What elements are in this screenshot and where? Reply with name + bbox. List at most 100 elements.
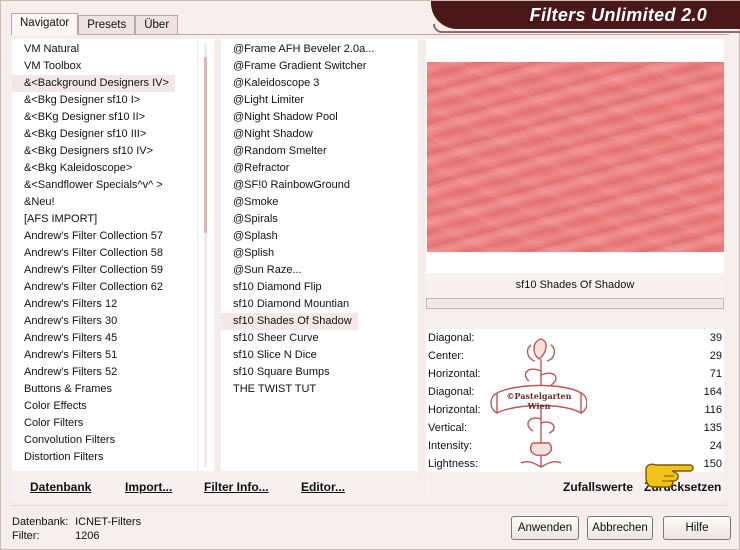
category-item[interactable]: &<Bkg Designers sf10 IV> (12, 143, 214, 160)
category-items: VM Natural VM Toolbox &<Background Designe… (12, 39, 214, 466)
parameter-row[interactable]: Center: 29 (426, 347, 724, 365)
parameter-row[interactable]: Diagonal: 39 (426, 329, 724, 347)
category-item[interactable]: Color Effects (12, 398, 214, 415)
filter-item-label: @Kaleidoscope 3 (233, 77, 320, 89)
category-item[interactable]: Color Filters (12, 415, 214, 432)
filter-item[interactable]: THE TWIST TUT (221, 381, 418, 398)
category-item[interactable]: &<Sandflower Specials^v^ > (12, 177, 214, 194)
parameter-label: Lightness: (428, 458, 479, 470)
filter-item[interactable]: sf10 Shades Of Shadow (221, 313, 418, 330)
parameter-value[interactable]: 39 (710, 329, 722, 347)
category-item[interactable]: &Neu! (12, 194, 214, 211)
import-button[interactable]: Import... (125, 480, 172, 494)
category-item[interactable]: &<Bkg Kaleidoscope> (12, 160, 214, 177)
category-list[interactable]: VM Natural VM Toolbox &<Background Designe… (12, 39, 214, 471)
status-database-label: Datenbank: (12, 516, 69, 528)
category-item[interactable]: Andrew's Filters 45 (12, 330, 214, 347)
parameter-row[interactable]: Vertical: 135 (426, 419, 724, 437)
category-item[interactable]: [AFS IMPORT] (12, 211, 214, 228)
parameter-value[interactable]: 164 (704, 383, 722, 401)
category-item[interactable]: Andrew's Filter Collection 58 (12, 245, 214, 262)
filter-item[interactable]: @Refractor (221, 160, 418, 177)
status-database-value: ICNET-Filters (75, 516, 142, 528)
category-item[interactable]: Andrew's Filter Collection 57 (12, 228, 214, 245)
category-item[interactable]: &<Bkg Designer sf10 III> (12, 126, 214, 143)
category-item[interactable]: Andrew's Filters 52 (12, 364, 214, 381)
category-item-label: &<BKg Designer sf10 II> (24, 111, 146, 123)
parameter-value[interactable]: 29 (710, 347, 722, 365)
filter-item[interactable]: sf10 Diamond Flip (221, 279, 418, 296)
category-item-label: Andrew's Filters 45 (24, 332, 118, 344)
filter-item-label: @Sun Raze... (233, 264, 302, 276)
parameter-row[interactable]: Diagonal: 164 (426, 383, 724, 401)
category-item[interactable]: VM Toolbox (12, 58, 214, 75)
category-item[interactable]: Andrew's Filters 30 (12, 313, 214, 330)
randomize-button[interactable]: Zufallswerte (563, 480, 633, 494)
filter-item[interactable]: @Night Shadow (221, 126, 418, 143)
category-item[interactable]: Andrew's Filters 12 (12, 296, 214, 313)
category-item[interactable]: Andrew's Filter Collection 59 (12, 262, 214, 279)
category-scrollbar[interactable] (197, 39, 214, 471)
filter-item[interactable]: @Light Limiter (221, 92, 418, 109)
parameter-row[interactable]: Horizontal: 116 (426, 401, 724, 419)
filter-item[interactable]: @Night Shadow Pool (221, 109, 418, 126)
filter-item-label: sf10 Diamond Mountian (233, 298, 350, 310)
tab-presets[interactable]: Presets (78, 15, 136, 35)
help-button[interactable]: Hilfe (663, 516, 731, 540)
parameter-value[interactable]: 24 (710, 437, 722, 455)
status-database: Datenbank: ICNET-Filters (12, 516, 141, 528)
filter-item[interactable]: @Frame AFH Beveler 2.0a... (221, 41, 418, 58)
category-item[interactable]: Andrew's Filters 51 (12, 347, 214, 364)
status-filter-label: Filter: (12, 530, 40, 542)
category-item[interactable]: &<BKg Designer sf10 II> (12, 109, 214, 126)
category-item[interactable]: Buttons & Frames (12, 381, 214, 398)
filter-item[interactable]: @Splish (221, 245, 418, 262)
parameter-value[interactable]: 71 (710, 365, 722, 383)
parameter-label: Intensity: (428, 440, 473, 452)
filter-item-label: sf10 Slice N Dice (233, 349, 317, 361)
category-item-label: Andrew's Filter Collection 58 (24, 247, 164, 259)
filter-item[interactable]: @Splash (221, 228, 418, 245)
filter-item[interactable]: @Spirals (221, 211, 418, 228)
parameter-value[interactable]: 135 (704, 419, 722, 437)
filter-info-button[interactable]: Filter Info... (204, 480, 269, 494)
filter-item-label: @Frame AFH Beveler 2.0a... (233, 43, 375, 55)
filter-item[interactable]: sf10 Sheer Curve (221, 330, 418, 347)
tab-ueber[interactable]: Über (135, 15, 179, 35)
parameter-value[interactable]: 150 (704, 455, 722, 473)
filter-item-label: sf10 Diamond Flip (233, 281, 322, 293)
apply-button[interactable]: Anwenden (511, 516, 579, 540)
filter-item[interactable]: sf10 Square Bumps (221, 364, 418, 381)
category-item[interactable]: &<Background Designers IV> (12, 75, 214, 92)
cancel-button[interactable]: Abbrechen (587, 516, 653, 540)
tab-navigator[interactable]: Navigator (11, 13, 79, 35)
filter-list[interactable]: @Frame AFH Beveler 2.0a... @Frame Gradien… (221, 39, 418, 471)
filter-item[interactable]: @Kaleidoscope 3 (221, 75, 418, 92)
category-item[interactable]: VM Natural (12, 41, 214, 58)
category-scroll-thumb[interactable] (204, 57, 207, 233)
category-item[interactable]: Andrew's Filter Collection 62 (12, 279, 214, 296)
parameter-row[interactable]: Horizontal: 71 (426, 365, 724, 383)
filter-item[interactable]: sf10 Diamond Mountian (221, 296, 418, 313)
filter-item[interactable]: @Frame Gradient Switcher (221, 58, 418, 75)
parameter-rows: Diagonal: 39 Center: 29 Horizontal: 71 Diagona… (426, 329, 724, 473)
parameter-label: Diagonal: (428, 332, 475, 344)
parameter-value[interactable]: 116 (704, 401, 722, 419)
category-item[interactable]: &<Bkg Designer sf10 I> (12, 92, 214, 109)
filter-item[interactable]: sf10 Slice N Dice (221, 347, 418, 364)
category-item-label: Andrew's Filter Collection 62 (24, 281, 164, 293)
parameter-row[interactable]: Intensity: 24 (426, 437, 724, 455)
filter-item[interactable]: @SF!0 RainbowGround (221, 177, 418, 194)
filter-item[interactable]: @Random Smelter (221, 143, 418, 160)
filter-item-label: @Smoke (233, 196, 279, 208)
category-item-label: VM Toolbox (24, 60, 82, 72)
editor-button[interactable]: Editor... (301, 480, 345, 494)
filter-item-label: @Night Shadow (233, 128, 313, 140)
datenbank-button[interactable]: Datenbank (30, 480, 91, 494)
parameter-label: Horizontal: (428, 404, 481, 416)
filter-item[interactable]: @Smoke (221, 194, 418, 211)
category-item[interactable]: Convolution Filters (12, 432, 214, 449)
category-item[interactable]: Distortion Filters (12, 449, 214, 466)
filter-item[interactable]: @Sun Raze... (221, 262, 418, 279)
preview-image[interactable] (427, 62, 724, 252)
